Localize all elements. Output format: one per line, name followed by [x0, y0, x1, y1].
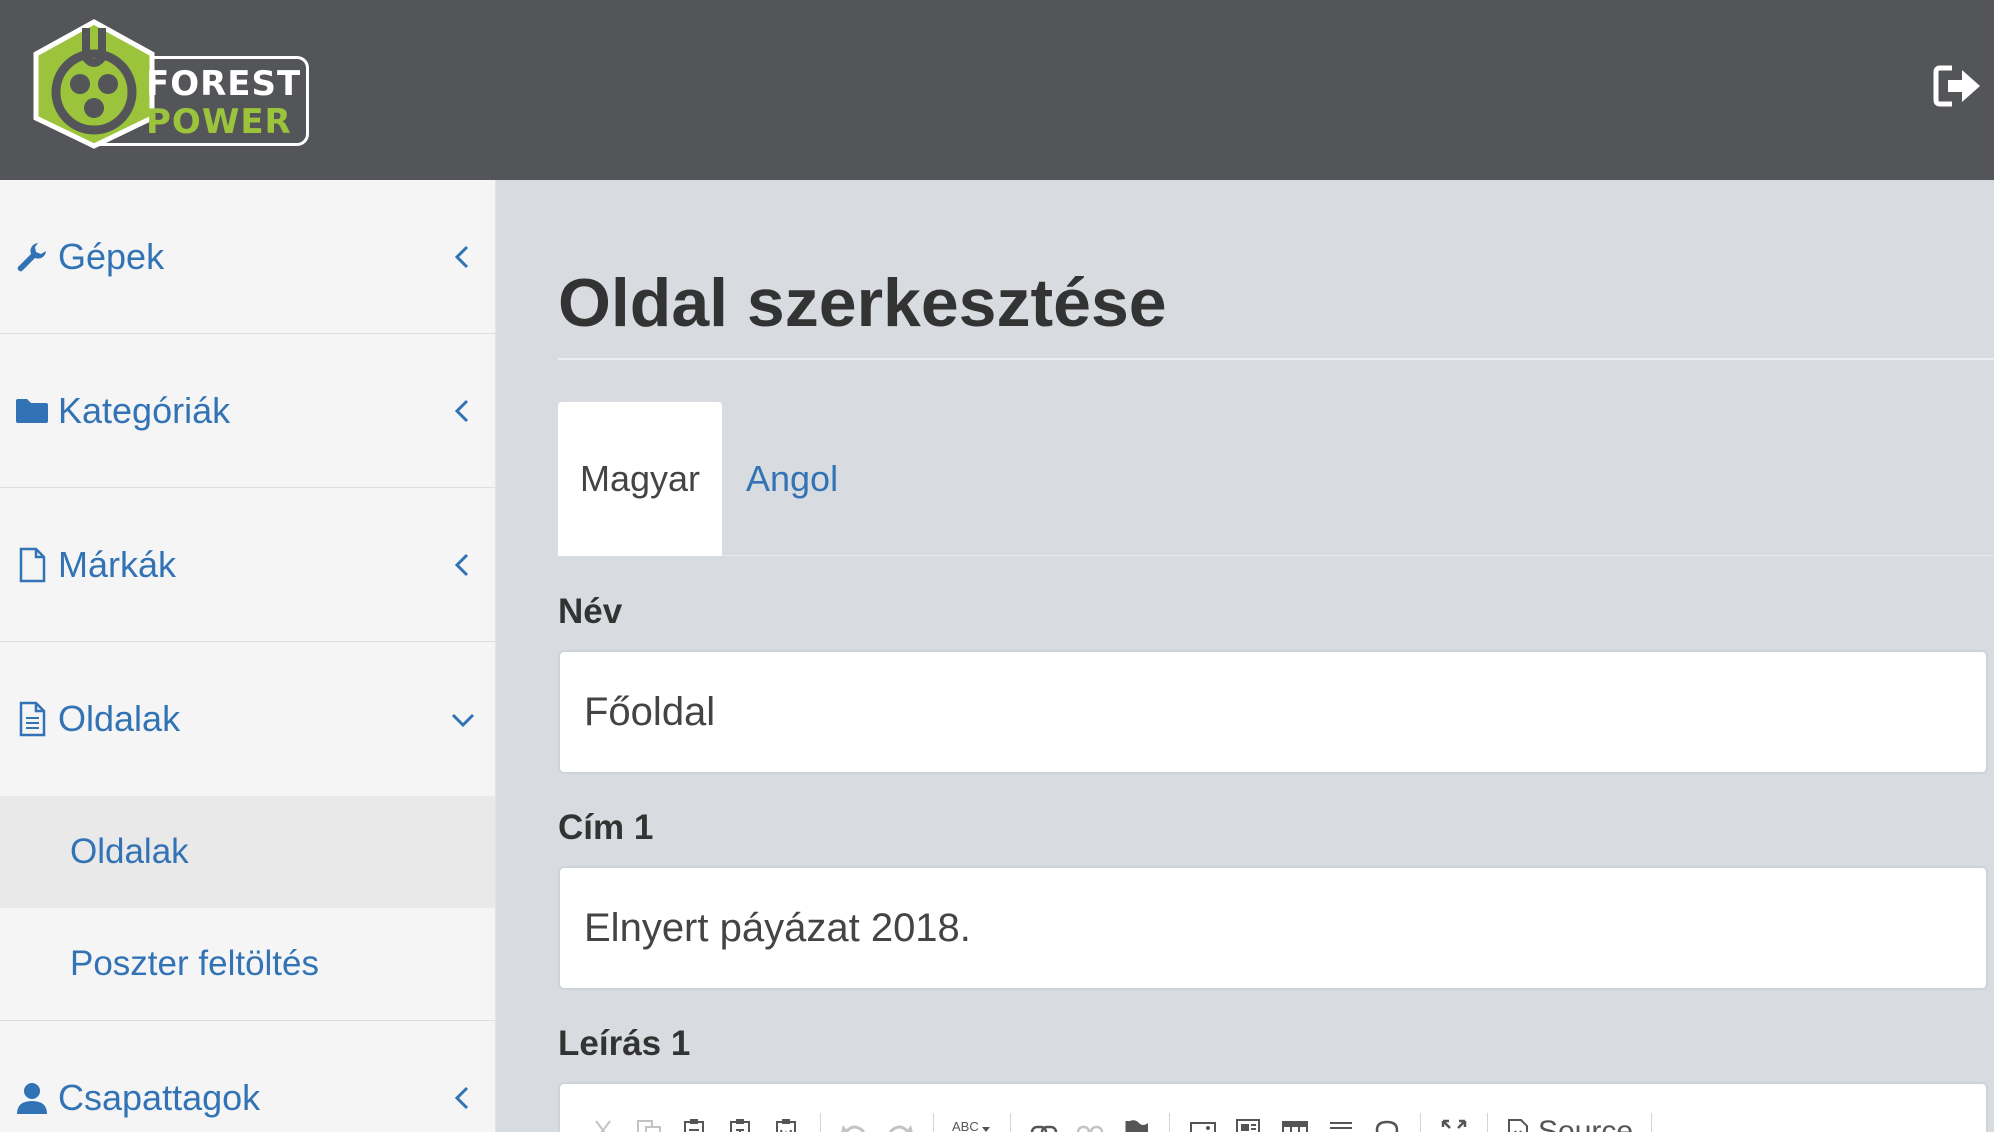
source-icon [1508, 1119, 1528, 1132]
file-icon [19, 547, 46, 582]
horizontal-rule-icon [1330, 1122, 1352, 1132]
image-button[interactable] [1180, 1109, 1226, 1132]
special-char-button[interactable] [1364, 1109, 1410, 1132]
sidebar-item-label: Oldalak [58, 698, 181, 739]
file-text-icon [19, 701, 46, 737]
logo-hexagon-icon [33, 19, 155, 149]
link-button[interactable] [1021, 1109, 1067, 1132]
paste-text-icon [730, 1119, 750, 1132]
chevron-left-icon [454, 245, 469, 268]
sidebar-subitem-label: Oldalak [70, 832, 189, 871]
unlink-icon [1076, 1125, 1104, 1132]
language-tabs: Magyar Angol [558, 402, 1994, 556]
embed-icon [1236, 1119, 1260, 1132]
chevron-left-icon [454, 1086, 469, 1109]
table-icon [1282, 1121, 1308, 1132]
paste-word-icon [776, 1119, 796, 1132]
sidebar-item-label: Kategóriák [58, 389, 231, 431]
undo-button[interactable] [831, 1109, 877, 1132]
chevron-left-icon [454, 553, 469, 576]
paste-word-button[interactable] [764, 1109, 810, 1132]
anchor-button[interactable] [1113, 1109, 1159, 1132]
paste-icon [684, 1119, 704, 1132]
cut-button[interactable] [580, 1109, 626, 1132]
wrench-icon [17, 242, 46, 271]
forest-power-logo[interactable]: FOREST POWER [24, 18, 309, 150]
nev-input[interactable] [558, 650, 1988, 774]
sidebar-subitem-label: Poszter feltöltés [70, 944, 319, 983]
redo-icon [889, 1125, 913, 1132]
editor-toolbar: ABC Source [580, 1102, 1662, 1132]
table-button[interactable] [1272, 1109, 1318, 1132]
user-icon [17, 1082, 47, 1114]
logo-word-power: POWER [146, 102, 292, 142]
toolbar-separator [1169, 1113, 1170, 1132]
sidebar-item-label: Gépek [58, 235, 165, 277]
tab-angol[interactable]: Angol [746, 402, 838, 556]
omega-icon [1375, 1120, 1399, 1132]
toolbar-separator [1651, 1113, 1653, 1132]
sign-out-icon[interactable] [1932, 64, 1984, 108]
maximize-icon [1441, 1119, 1467, 1129]
page-title: Oldal szerkesztése [558, 265, 1167, 341]
sidebar-item-label: Márkák [58, 543, 177, 585]
copy-button[interactable] [626, 1109, 672, 1132]
chevron-down-icon [451, 713, 475, 728]
sidebar-item-label: Csapattagok [58, 1076, 261, 1118]
undo-icon [841, 1125, 865, 1132]
sidebar-subitem-oldalak[interactable]: Oldalak [0, 796, 495, 908]
copy-icon [637, 1120, 661, 1132]
rich-text-editor[interactable]: ABC Source [558, 1082, 1988, 1132]
maximize-button[interactable] [1431, 1109, 1477, 1132]
main-content: Oldal szerkesztése Magyar Angol Név Cím … [496, 180, 1994, 1132]
source-button[interactable]: Source [1498, 1115, 1641, 1132]
logo-word-forest: FOREST [146, 64, 302, 104]
link-icon [1030, 1125, 1058, 1132]
sidebar: Gépek Kategóriák Márkák Oldalak Oldalak … [0, 180, 496, 1132]
toolbar-separator [933, 1113, 934, 1132]
sidebar-item-gepek[interactable]: Gépek [0, 180, 495, 334]
top-bar: FOREST POWER [0, 0, 1994, 180]
tab-magyar[interactable]: Magyar [558, 402, 722, 556]
sidebar-group-oldalak: Oldalak Oldalak Poszter feltöltés [0, 642, 495, 1021]
toolbar-separator [1010, 1113, 1011, 1132]
sidebar-item-markak[interactable]: Márkák [0, 488, 495, 642]
embed-button[interactable] [1226, 1109, 1272, 1132]
title-divider [558, 358, 1994, 360]
sidebar-item-kategoriak[interactable]: Kategóriák [0, 334, 495, 488]
sidebar-item-csapattagok[interactable]: Csapattagok [0, 1021, 495, 1132]
sidebar-item-oldalak[interactable]: Oldalak [0, 642, 495, 796]
redo-button[interactable] [877, 1109, 923, 1132]
sidebar-subitem-poszter-feltoltes[interactable]: Poszter feltöltés [0, 908, 495, 1020]
toolbar-separator [1420, 1113, 1421, 1132]
cim-1-input[interactable] [558, 866, 1988, 990]
image-icon [1190, 1122, 1216, 1132]
source-label: Source [1538, 1115, 1634, 1132]
paste-button[interactable] [672, 1109, 718, 1132]
chevron-left-icon [454, 399, 469, 422]
field-label-leiras-1: Leírás 1 [558, 1024, 691, 1063]
toolbar-separator [1487, 1113, 1488, 1132]
paste-text-button[interactable] [718, 1109, 764, 1132]
svg-text:ABC: ABC [952, 1119, 979, 1132]
spellcheck-icon: ABC [952, 1119, 990, 1132]
folder-icon [16, 398, 48, 423]
unlink-button[interactable] [1067, 1109, 1113, 1132]
toolbar-separator [820, 1113, 821, 1132]
cut-icon [595, 1120, 611, 1132]
flag-icon [1125, 1120, 1148, 1132]
horizontal-rule-button[interactable] [1318, 1109, 1364, 1132]
spellcheck-button[interactable]: ABC [944, 1109, 1000, 1132]
field-label-nev: Név [558, 592, 623, 631]
field-label-cim-1: Cím 1 [558, 808, 654, 847]
